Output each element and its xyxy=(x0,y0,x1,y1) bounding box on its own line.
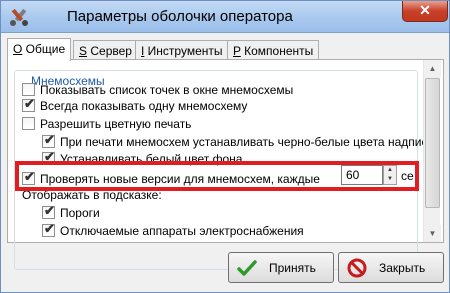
spin-up-icon[interactable]: ▲ xyxy=(384,166,396,175)
check-mark-icon: ✔ xyxy=(44,149,55,164)
checkbox[interactable] xyxy=(22,83,35,96)
check-mark-icon: ✔ xyxy=(44,221,55,236)
close-button[interactable]: Закрыть xyxy=(338,252,444,283)
option-label: Устанавливать белый цвет фона xyxy=(60,152,243,166)
tab-general-key: О xyxy=(13,42,23,56)
tab-tools[interactable]: I Инструменты xyxy=(135,40,229,60)
check-interval-input[interactable] xyxy=(341,165,383,185)
checkbox[interactable]: ✔ xyxy=(22,96,35,112)
tab-components[interactable]: P Компоненты xyxy=(227,40,320,60)
check-mark-icon: ✔ xyxy=(24,96,35,111)
no-entry-icon xyxy=(347,258,367,278)
tab-general-label: Общие xyxy=(22,42,66,56)
checkbox[interactable]: ✔ xyxy=(42,132,55,148)
option-label: Всегда показывать одну мнемосхему xyxy=(40,99,248,113)
scroll-down-icon[interactable]: ▼ xyxy=(424,225,441,242)
hint-label: Отображать в подсказке: xyxy=(22,188,162,204)
tools-icon xyxy=(10,8,28,26)
option-label: Разрешить цветную печать xyxy=(40,117,192,131)
hint-label-text: Отображать в подсказке: xyxy=(22,188,162,202)
tab-components-key: P xyxy=(233,44,241,58)
checkbox[interactable]: ✔ xyxy=(22,169,35,185)
close-button-label: Закрыть xyxy=(379,261,426,275)
window-title: Параметры оболочки оператора xyxy=(67,8,293,25)
checkbox[interactable] xyxy=(22,117,35,130)
option-label: При печати мнемосхем устанавливать черно… xyxy=(60,135,441,149)
general-tab-panel: Мнемосхемы Показывать список точек в окн… xyxy=(7,59,444,270)
settings-dialog: Параметры оболочки оператора ✕ О Общие S… xyxy=(0,0,450,293)
tab-general[interactable]: О Общие xyxy=(7,38,72,61)
checkmark-icon xyxy=(237,260,257,276)
interval-unit: се xyxy=(401,169,414,183)
checkbox[interactable]: ✔ xyxy=(42,149,55,165)
spin-down-icon[interactable]: ▼ xyxy=(384,175,396,184)
tab-server-key: S xyxy=(79,44,88,58)
tab-tools-label: Инструменты xyxy=(144,44,223,58)
option-label: Пороги xyxy=(60,206,100,220)
option-label: Проверять новые версии для мнемосхем, ка… xyxy=(40,172,320,186)
check-mark-icon: ✔ xyxy=(24,169,35,184)
scroll-thumb[interactable] xyxy=(425,78,440,208)
tab-server-label: Сервер xyxy=(87,44,132,58)
apply-button[interactable]: Принять xyxy=(228,252,334,283)
checkbox[interactable]: ✔ xyxy=(42,203,55,219)
apply-button-label: Принять xyxy=(269,261,316,275)
tab-components-label: Компоненты xyxy=(240,44,314,58)
check-mark-icon: ✔ xyxy=(44,203,55,218)
tab-server[interactable]: S Сервер xyxy=(73,40,138,60)
option-label: Показывать список точек в окне мнемосхем… xyxy=(40,83,294,97)
check-interval-spinner[interactable]: ▲ ▼ xyxy=(383,165,397,185)
close-window-button[interactable]: ✕ xyxy=(402,1,448,22)
vertical-scrollbar[interactable]: ▲ ▼ xyxy=(423,60,441,242)
check-mark-icon: ✔ xyxy=(44,132,55,147)
title-bar[interactable]: Параметры оболочки оператора ✕ xyxy=(1,1,449,33)
checkbox[interactable]: ✔ xyxy=(42,221,55,237)
scroll-up-icon[interactable]: ▲ xyxy=(424,60,441,77)
option-label: Отключаемые аппараты электроснабжения xyxy=(60,224,304,238)
